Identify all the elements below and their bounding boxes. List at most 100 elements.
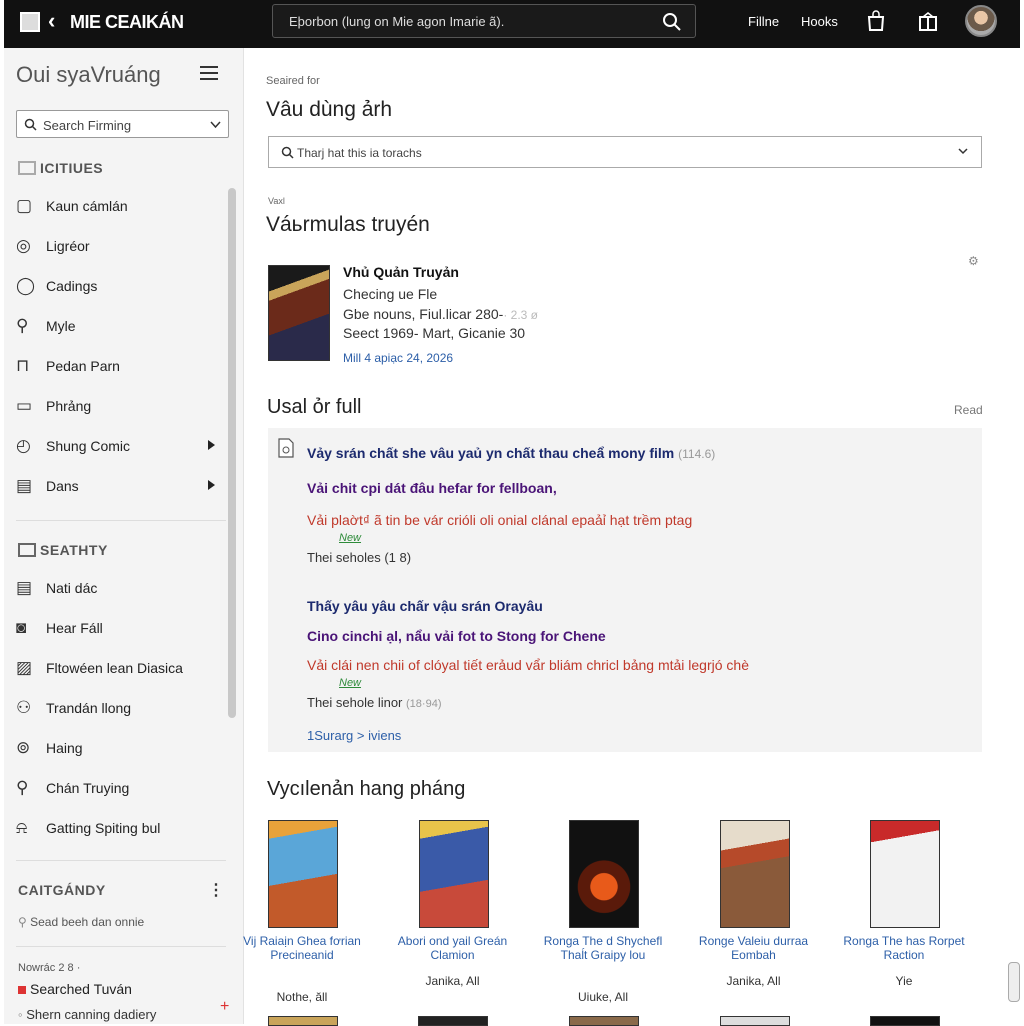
- cover-image[interactable]: [268, 1016, 338, 1026]
- featured-title[interactable]: Vhủ Quản Truyản: [343, 264, 459, 280]
- search-icon: [24, 118, 37, 131]
- recent-item[interactable]: ◦ Shern canning dadiery: [18, 1007, 156, 1022]
- nav-link-fillne[interactable]: Fillne: [748, 14, 779, 29]
- edit-icon: ◦: [18, 1007, 27, 1022]
- section-heading-seathty: SEATHTY: [18, 542, 108, 558]
- sidebar-item[interactable]: ⚲ Chán Truying: [16, 776, 216, 800]
- sidebar-title: Oui syaVruáng: [16, 62, 161, 87]
- hamburger-menu-icon[interactable]: [200, 66, 218, 80]
- sidebar-item[interactable]: ▤ Nati dác: [16, 576, 216, 600]
- search-bar[interactable]: Eþorbon (lung on Mie agon Imarie ã).: [272, 4, 696, 38]
- section-heading-icitiues: ICITIUES: [18, 160, 103, 176]
- person-icon: ⚇: [16, 698, 32, 717]
- comic-title[interactable]: Ronge Valeiu durraa Eombah: [684, 934, 824, 962]
- sidebar-item[interactable]: ◴ Shung Comic: [16, 434, 216, 458]
- featured-date: Mill 4 apiạc 24, 2026: [343, 351, 454, 365]
- gift-icon[interactable]: [918, 10, 938, 32]
- compass-icon: ◎: [16, 236, 31, 255]
- search-icon[interactable]: [661, 11, 683, 33]
- list-icon: [18, 543, 36, 557]
- camera-icon: ◙: [16, 618, 27, 637]
- sidebar-item[interactable]: ▨ Fltowéen lean Diasica: [16, 656, 216, 680]
- add-icon[interactable]: +: [220, 998, 229, 1016]
- sidebar-item-label: Pedan Parn: [46, 358, 120, 374]
- sidebar-item[interactable]: ▤ Dans: [16, 474, 216, 498]
- chapter-link[interactable]: Thấy yâu yâu chấr vậu srán Orayâu: [307, 598, 543, 614]
- more-chapters-link[interactable]: 1Surarg > iviens: [307, 728, 401, 743]
- cover-image[interactable]: [418, 1016, 488, 1026]
- comic-cover-image[interactable]: [719, 820, 790, 928]
- sidebar-item[interactable]: ◙ Hear Fáll: [16, 616, 216, 640]
- sidebar-item-label: Gatting Spiting bul: [46, 820, 161, 836]
- bag-icon[interactable]: [866, 10, 886, 32]
- sidebar: Oui syaVruáng Search Firming ICITIUES ▢ K…: [4, 48, 244, 1024]
- comic-card[interactable]: Vij Raiaịn Ghea fơrian Precineanid Nothe,…: [232, 820, 372, 1004]
- nav-link-hooks[interactable]: Hooks: [801, 14, 838, 29]
- sidebar-item[interactable]: ▢ Kaun cámlán: [16, 194, 216, 218]
- sidebar-item[interactable]: ⊓ Pedan Parn: [16, 354, 216, 378]
- divider: [16, 946, 226, 947]
- red-marker-icon: [18, 986, 26, 994]
- cover-image[interactable]: [720, 1016, 790, 1026]
- sidebar-item[interactable]: ▭ Phrảng: [16, 394, 216, 418]
- sidebar-item-label: Chán Truying: [46, 780, 130, 796]
- comic-cover-image[interactable]: [569, 820, 639, 928]
- cover-image[interactable]: [870, 1016, 940, 1026]
- sidebar-item[interactable]: ⚲ Myle: [16, 314, 216, 338]
- sidebar-item[interactable]: ◎ Ligréor: [16, 234, 216, 258]
- sidebar-item[interactable]: ◯ Cadings: [16, 274, 216, 298]
- comic-cover-image[interactable]: [418, 820, 489, 928]
- chapter-link[interactable]: Cino cinchi ạl, nẩu vải fot to Stong for…: [307, 628, 606, 644]
- comic-subtitle: Yie: [895, 974, 913, 988]
- chapter-link[interactable]: Vảy srán chất she vâu yaủ yn chất thau c…: [307, 445, 715, 461]
- read-link[interactable]: Read: [954, 403, 983, 417]
- apps-grid-icon[interactable]: [20, 12, 40, 32]
- back-arrow-icon[interactable]: ‹: [48, 8, 55, 34]
- sidebar-item-label: Trandán llong: [46, 700, 132, 716]
- comic-title[interactable]: Abori ond yail Greán Clamion: [383, 934, 523, 962]
- settings-icon[interactable]: ⚙: [968, 254, 979, 268]
- search-icon: [281, 146, 294, 159]
- chapter-link[interactable]: Vải plaờt₫ ã tin be vár crióli oli onial…: [307, 512, 692, 528]
- sidebar-search-input[interactable]: Search Firming: [16, 110, 229, 138]
- library-icon: [18, 161, 36, 175]
- recent-item[interactable]: Searched Tuván: [18, 981, 132, 997]
- featured-cover-image[interactable]: [268, 265, 330, 361]
- recommend-heading: Vycılenản hang pháng: [267, 778, 466, 800]
- chevron-down-icon: [958, 148, 968, 155]
- chapter-meta: Thei sehole linor (18·94): [307, 695, 442, 710]
- chapter-link[interactable]: Vải clái nen chii of clóyal tiết erảud v…: [307, 657, 749, 673]
- search-input[interactable]: Eþorbon (lung on Mie agon Imarie ã).: [289, 14, 504, 29]
- comic-card[interactable]: Ronge Valeiu durraa Eombah Janika, All: [684, 820, 824, 1000]
- comic-cover-image[interactable]: [268, 820, 338, 928]
- recent-label: Nowrác 2 8 ·: [18, 962, 81, 974]
- comic-card[interactable]: Abori ond yail Greán Clamion Janika, All: [383, 820, 523, 1000]
- comic-title[interactable]: Ronga The d Shychefl Thaĺt Graipy lou: [533, 934, 673, 962]
- page-scroll-handle[interactable]: [1008, 962, 1020, 1002]
- chevron-right-icon: [208, 440, 215, 450]
- comic-card[interactable]: Ronga The d Shychefl Thaĺt Graipy lou Uiu…: [533, 820, 673, 1004]
- sidebar-item[interactable]: ⚇ Trandán llong: [16, 696, 216, 720]
- bell-icon: ⍾: [16, 818, 28, 837]
- comic-card[interactable]: Ronga The has Rorpet Raction Yie: [834, 820, 974, 1000]
- comic-title[interactable]: Vij Raiaịn Ghea fơrian Precineanid: [232, 934, 372, 962]
- sidebar-item-label: Dans: [46, 478, 79, 494]
- comic-title[interactable]: Ronga The has Rorpet Raction: [834, 934, 974, 962]
- chapters-panel: Vảy srán chất she vâu yaủ yn chất thau c…: [268, 428, 982, 752]
- comic-cover-image[interactable]: [870, 820, 940, 928]
- avatar[interactable]: [965, 5, 997, 37]
- sidebar-item-label: Fltowéen lean Diasica: [46, 660, 183, 676]
- cover-image[interactable]: [569, 1016, 639, 1026]
- results-heading: Váьrmulas truyén: [266, 213, 430, 236]
- filter-dropdown[interactable]: Tharj hat this ia torachs: [268, 136, 982, 168]
- sidebar-item[interactable]: ⍾ Gatting Spiting bul: [16, 816, 216, 840]
- lock-icon: ⊓: [16, 356, 30, 375]
- chapter-link[interactable]: Vải chit cpi dát đâu hefar for fellboan,: [307, 480, 557, 496]
- sidebar-item[interactable]: ⊚ Haing: [16, 736, 216, 760]
- more-options-icon[interactable]: ⋮: [208, 880, 224, 900]
- chapters-heading: Usal ỏr full: [267, 396, 362, 418]
- brand-logo[interactable]: MIE CEAIKÁN: [70, 12, 184, 33]
- clipboard-icon: ▤: [16, 578, 33, 597]
- sidebar-scrollbar[interactable]: [228, 188, 236, 718]
- comic-subtitle: Nothe, ăll: [276, 990, 328, 1004]
